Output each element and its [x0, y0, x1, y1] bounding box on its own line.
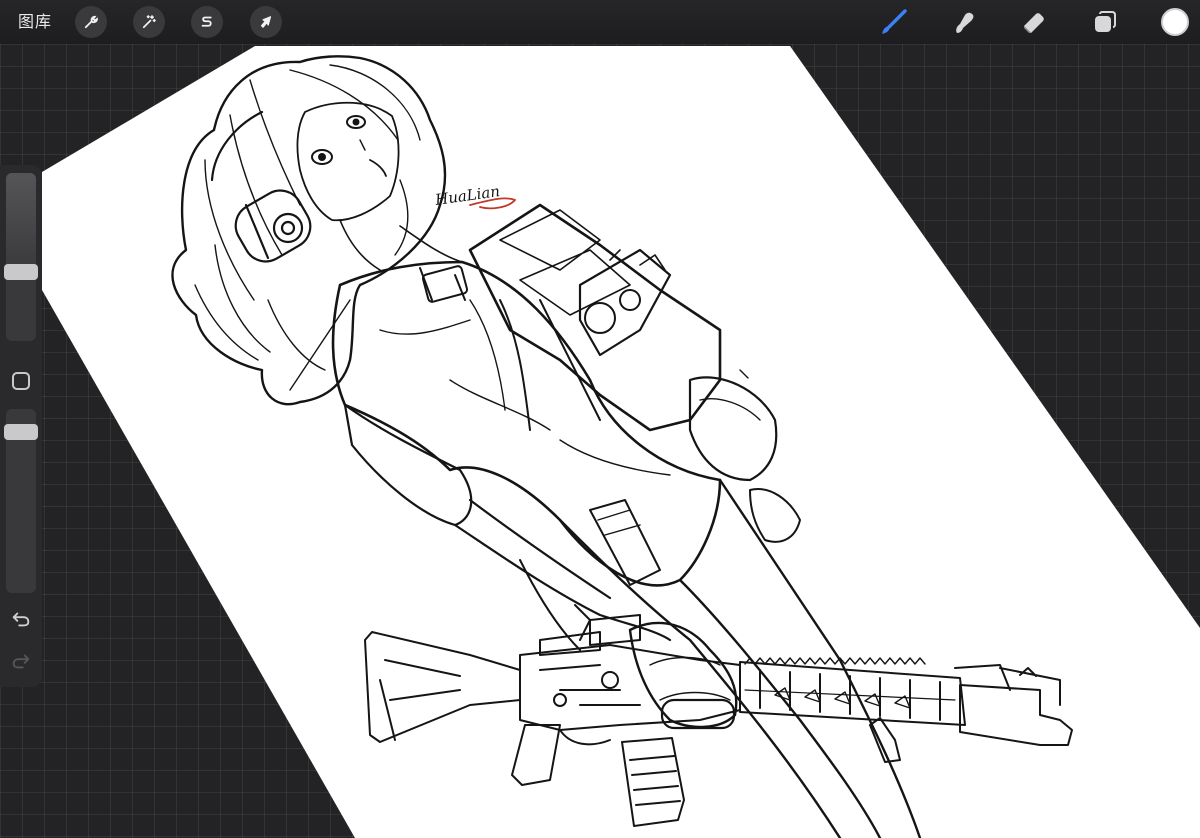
transform-button[interactable] [250, 6, 282, 38]
gallery-button[interactable]: 图库 [18, 11, 52, 33]
redo-button[interactable] [9, 649, 33, 673]
undo-button[interactable] [9, 607, 33, 631]
top-toolbar: 图库 [0, 0, 1200, 44]
selection-button[interactable] [191, 6, 223, 38]
layers-button[interactable] [1091, 8, 1119, 36]
actions-button[interactable] [75, 6, 107, 38]
arrow-cursor-icon [260, 16, 272, 28]
brush-opacity-handle[interactable] [4, 424, 38, 440]
brush-size-gradient [6, 173, 36, 273]
procreate-app: HuaLian 图库 [0, 0, 1200, 838]
brush-size-slider[interactable] [6, 173, 36, 341]
drawing-canvas[interactable]: HuaLian [0, 0, 1200, 838]
undo-icon [12, 612, 30, 627]
paint-tool-button[interactable] [880, 8, 908, 36]
magic-wand-icon [142, 15, 156, 29]
smudge-tool-button[interactable] [950, 8, 978, 36]
layers-icon [1095, 11, 1116, 32]
wrench-icon [84, 15, 98, 29]
eraser-tool-button[interactable] [1020, 8, 1048, 36]
color-picker-button[interactable] [1161, 8, 1189, 36]
eraser-icon [1024, 13, 1044, 33]
selection-s-icon [201, 16, 212, 27]
redo-icon [12, 654, 30, 669]
smudge-icon [956, 12, 974, 33]
modify-square-icon[interactable] [12, 372, 30, 390]
brush-icon [882, 9, 907, 34]
brush-size-handle[interactable] [4, 264, 38, 280]
adjustments-button[interactable] [133, 6, 165, 38]
left-sidebar [0, 165, 42, 687]
